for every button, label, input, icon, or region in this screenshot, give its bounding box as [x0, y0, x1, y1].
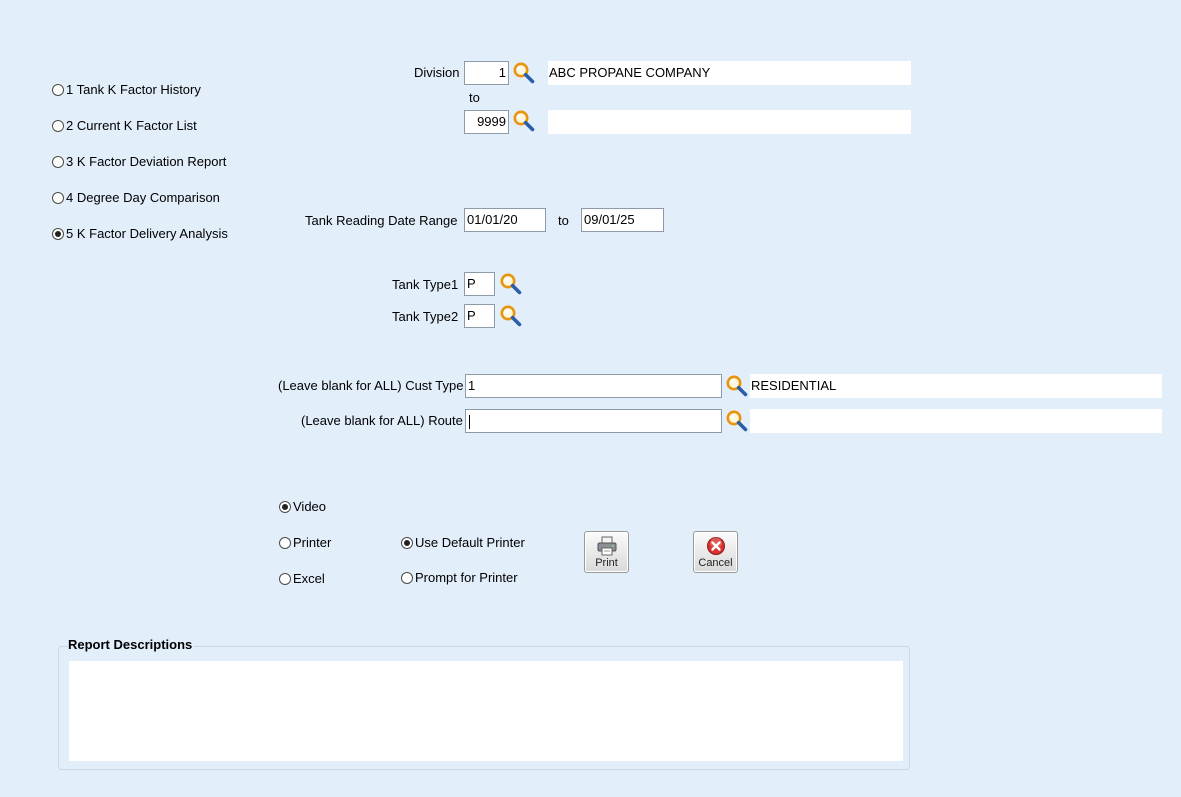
report-option-4-radio[interactable] — [52, 191, 64, 204]
printer-default-label: Use Default Printer — [415, 535, 525, 550]
tank-type2-lookup-icon[interactable] — [499, 304, 523, 328]
route-label: (Leave blank for ALL) Route — [301, 413, 463, 428]
report-option-1-radio[interactable] — [52, 83, 64, 96]
cust-type-lookup-icon[interactable] — [725, 374, 749, 398]
output-excel[interactable]: Excel — [279, 571, 325, 586]
report-option-3[interactable]: 3 K Factor Deviation Report — [52, 154, 226, 169]
route-lookup-icon[interactable] — [725, 409, 749, 433]
output-video-label: Video — [293, 499, 327, 514]
cancel-button-label: Cancel — [698, 557, 733, 569]
report-option-5[interactable]: 5 K Factor Delivery Analysis — [52, 226, 228, 241]
printer-prompt[interactable]: Prompt for Printer — [401, 570, 518, 585]
report-option-3-radio[interactable] — [52, 155, 64, 168]
output-video-radio[interactable] — [279, 500, 291, 513]
output-video[interactable]: Video — [279, 499, 326, 514]
report-descriptions-title: Report Descriptions — [68, 637, 195, 653]
tank-type2-input[interactable]: P — [464, 304, 495, 328]
printer-default-radio[interactable] — [401, 536, 413, 549]
printer-prompt-radio[interactable] — [401, 571, 413, 584]
report-option-1[interactable]: 1 Tank K Factor History — [52, 82, 201, 97]
tank-type1-label: Tank Type1 — [392, 277, 459, 292]
division-label: Division — [414, 65, 460, 80]
tank-type2-label: Tank Type2 — [392, 309, 459, 324]
printer-prompt-label: Prompt for Printer — [415, 570, 518, 585]
report-option-2-radio[interactable] — [52, 119, 64, 132]
report-option-3-label: 3 K Factor Deviation Report — [66, 154, 227, 169]
date-from-input[interactable]: 01/01/20 — [464, 208, 546, 232]
route-description — [750, 409, 1162, 433]
date-to-input[interactable]: 09/01/25 — [581, 208, 664, 232]
date-to-label: to — [558, 213, 569, 228]
report-option-5-label: 5 K Factor Delivery Analysis — [66, 226, 228, 241]
printer-icon — [597, 536, 617, 556]
division-from-lookup-icon[interactable] — [512, 61, 536, 85]
printer-default[interactable]: Use Default Printer — [401, 535, 525, 550]
print-button-label: Print — [595, 557, 618, 569]
cancel-icon — [707, 537, 725, 555]
date-range-label: Tank Reading Date Range — [305, 213, 458, 228]
report-descriptions-box — [69, 661, 903, 761]
output-printer[interactable]: Printer — [279, 535, 331, 550]
report-option-4[interactable]: 4 Degree Day Comparison — [52, 190, 220, 205]
division-to-input[interactable]: 9999 — [464, 110, 509, 134]
cust-type-input[interactable]: 1 — [465, 374, 722, 398]
route-input[interactable] — [465, 409, 722, 433]
tank-type1-input[interactable]: P — [464, 272, 495, 296]
report-option-5-radio[interactable] — [52, 227, 64, 240]
output-excel-label: Excel — [293, 571, 325, 586]
division-to-description — [548, 110, 911, 134]
cust-type-label: (Leave blank for ALL) Cust Type — [278, 378, 464, 393]
output-printer-label: Printer — [293, 535, 332, 550]
report-option-2[interactable]: 2 Current K Factor List — [52, 118, 197, 133]
output-excel-radio[interactable] — [279, 572, 291, 585]
report-option-2-label: 2 Current K Factor List — [66, 118, 197, 133]
division-from-input[interactable]: 1 — [464, 61, 509, 85]
division-to-label: to — [469, 90, 480, 105]
cust-type-description: RESIDENTIAL — [750, 374, 1162, 398]
report-option-4-label: 4 Degree Day Comparison — [66, 190, 220, 205]
report-option-1-label: 1 Tank K Factor History — [66, 82, 201, 97]
division-to-lookup-icon[interactable] — [512, 109, 536, 133]
division-from-description: ABC PROPANE COMPANY — [548, 61, 911, 85]
output-printer-radio[interactable] — [279, 536, 291, 549]
tank-type1-lookup-icon[interactable] — [499, 272, 523, 296]
print-button[interactable]: Print — [584, 531, 629, 573]
text-caret — [469, 414, 470, 429]
cancel-button[interactable]: Cancel — [693, 531, 738, 573]
